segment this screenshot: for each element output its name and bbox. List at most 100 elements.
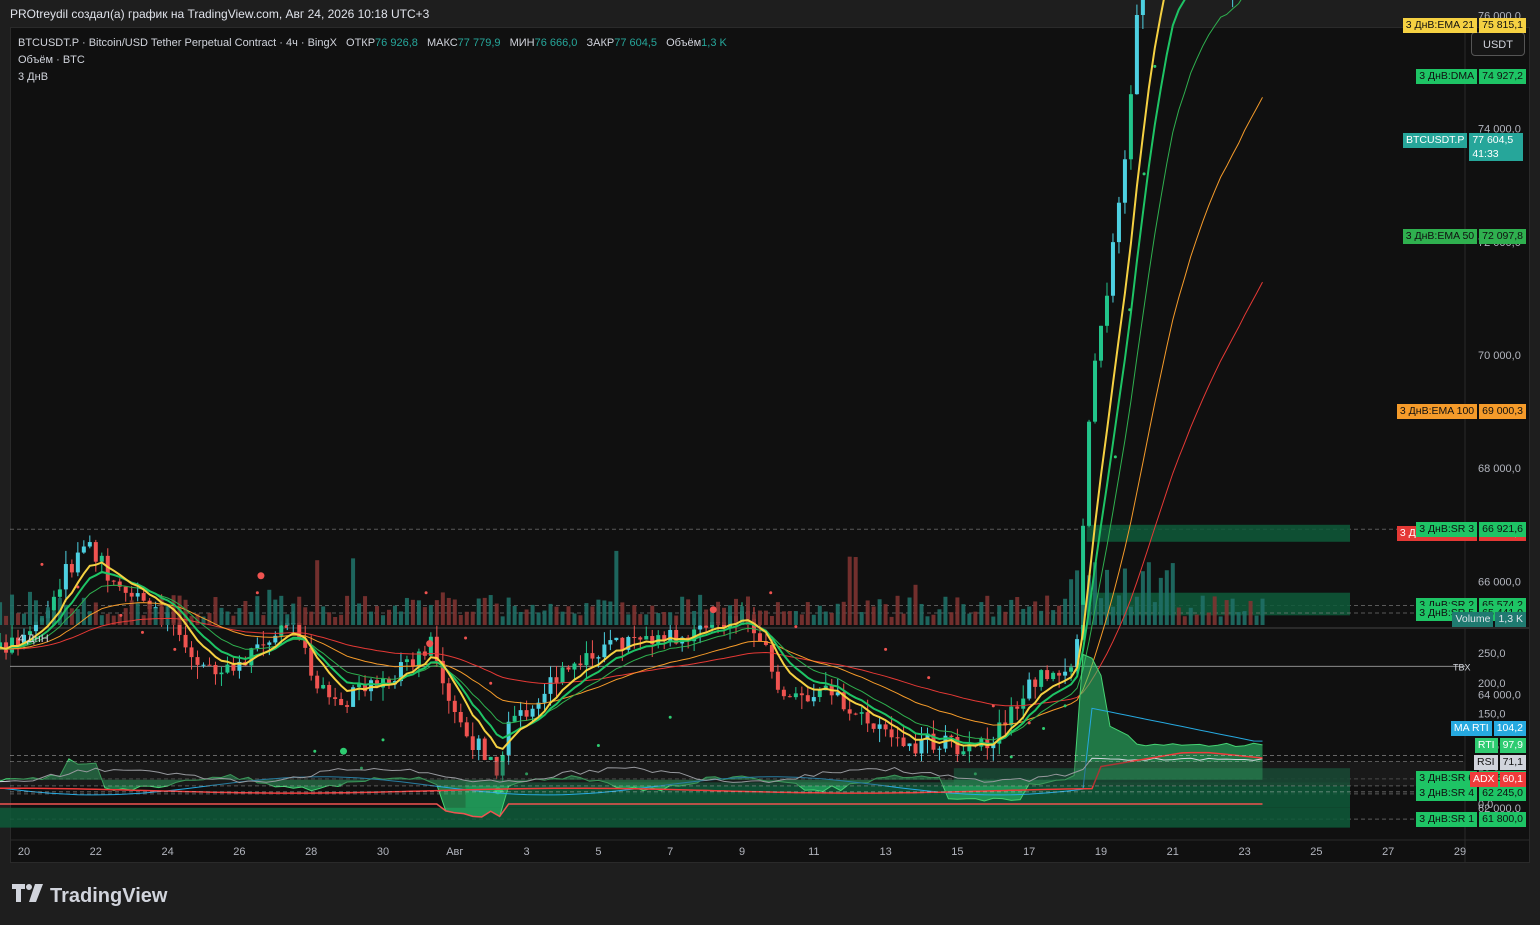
candle-body (1015, 706, 1020, 709)
oscillator-tag-name: RSI (1474, 755, 1498, 770)
legend-timeframe-indicator[interactable]: 3 ДнВ (18, 69, 733, 86)
volume-bar (859, 612, 864, 625)
legend-high-label: МАКС (426, 37, 458, 49)
time-tick-label: 9 (739, 846, 745, 858)
legend-volume-label: Объём (666, 37, 702, 49)
candle-body (219, 672, 224, 675)
candle-body (315, 675, 320, 689)
chart-canvas[interactable]: 80 000,078 000,076 000,074 000,072 000,0… (0, 0, 1540, 925)
legend-volume-indicator[interactable]: Объём · BTC (18, 52, 733, 69)
oscillator-tick-label: 200,0 (1478, 678, 1506, 690)
overlay-tag[interactable]: 3 ДнВ:EMA 100 69 000,3 (1396, 404, 1526, 420)
volume-bar (781, 611, 786, 625)
candle-body (1099, 325, 1103, 361)
sar-dot (668, 715, 672, 719)
sar-dot (884, 647, 888, 651)
candle-body (889, 729, 894, 738)
volume-bar (434, 600, 439, 625)
sar-dot (140, 630, 144, 634)
candle-body (93, 542, 98, 562)
volume-bar (1188, 607, 1193, 625)
volume-bar (1248, 600, 1253, 625)
volume-bar (69, 608, 74, 625)
volume-bar (452, 599, 457, 625)
sr-tag[interactable]: 3 ДнВ:SR 1 61 800,0 (1416, 811, 1526, 827)
volume-bar (464, 611, 469, 625)
volume-bar (925, 616, 930, 625)
volume-bar (991, 616, 996, 625)
time-tick-label: 19 (1095, 846, 1107, 858)
candle-body (901, 737, 906, 747)
candle-body (757, 633, 762, 642)
candle-body (1039, 670, 1044, 687)
oscillator-legend[interactable]: 4 ДнН (18, 633, 49, 645)
volume-bar (883, 604, 888, 625)
sar-dot (1142, 172, 1146, 176)
volume-bar (985, 595, 990, 625)
volume-bar (141, 615, 146, 625)
sar-dot (284, 625, 288, 629)
volume-bar (446, 597, 451, 625)
volume-bar (1260, 598, 1265, 625)
overlay-tag[interactable]: 3 ДнВ:EMA 21 75 815,1 (1402, 18, 1526, 34)
currency-button[interactable]: USDT (1471, 32, 1525, 56)
candle-body (698, 625, 703, 630)
candle-body (1057, 672, 1062, 676)
volume-bar (997, 605, 1002, 625)
sar-dot (1063, 704, 1067, 708)
candle-body (99, 555, 104, 562)
volume-bar (381, 615, 385, 625)
candle-body (207, 664, 212, 666)
volume-tag[interactable]: Volume 1,3 K (1452, 612, 1526, 627)
volume-bar (476, 598, 481, 625)
legend-symbol-row[interactable]: BTCUSDT.P · Bitcoin/USD Tether Perpetual… (18, 35, 733, 52)
volume-bar (422, 607, 427, 625)
volume-bar (309, 611, 314, 625)
sar-dot (313, 749, 317, 753)
oscillator-tag[interactable]: RTI 97,9 (1474, 738, 1526, 753)
volume-bar (147, 603, 152, 625)
candle-body (871, 723, 876, 729)
volume-bar (566, 606, 571, 625)
volume-bar (506, 597, 511, 625)
volume-bar (1194, 614, 1199, 625)
legend-symbol[interactable]: BTCUSDT.P · Bitcoin/USD Tether Perpetual… (18, 37, 337, 49)
candle-body (1051, 672, 1056, 680)
sar-dot (76, 585, 80, 589)
volume-bar (650, 605, 655, 625)
current-price-tag[interactable]: BTCUSDT.P 77 604,5 41:33 (1403, 133, 1524, 161)
candle-body (87, 542, 92, 547)
volume-bar (392, 605, 397, 625)
oscillator-tag[interactable]: MA RTI 104,2 (1450, 721, 1526, 736)
volume-bar (1051, 610, 1056, 625)
overlay-tag-value: 74 927,2 (1479, 68, 1526, 84)
sr-tag[interactable]: 3 ДнВ:SR 4 62 245,0 (1416, 786, 1526, 802)
overlay-tag[interactable]: 3 ДнВ:DMA 74 927,2 (1416, 68, 1526, 84)
overlay-tag[interactable]: 3 ДнВ:EMA 50 72 097,8 (1402, 228, 1526, 244)
legend-low-value: 76 666,0 (534, 37, 578, 49)
volume-bar (871, 606, 876, 625)
volume-bar (775, 602, 780, 625)
sar-dot (1113, 455, 1117, 459)
candle-body (907, 743, 912, 747)
oscillator-tag[interactable]: ADX 60,1 (1469, 772, 1526, 787)
candle-body (578, 663, 583, 666)
candle-body (1087, 421, 1092, 526)
volume-bar (620, 602, 625, 625)
volume-bar (339, 614, 344, 625)
candle-body (63, 564, 68, 590)
candle-body (1134, 14, 1139, 95)
volume-bar (482, 597, 487, 625)
sr-tag[interactable]: 3 ДнВ:SR 3 66 921,6 (1416, 521, 1526, 537)
time-tick-label: Авг (446, 846, 463, 858)
oscillator-tag-value: 104,2 (1493, 721, 1526, 736)
volume-bar (27, 591, 32, 625)
volume-bar (560, 611, 565, 625)
candle-body (793, 693, 798, 698)
sr-tag-value: 66 921,6 (1479, 521, 1526, 537)
oscillator-tag[interactable]: RSI 71,1 (1474, 755, 1526, 770)
volume-bar (907, 597, 912, 625)
time-tick-label: 17 (1023, 846, 1035, 858)
volume-tag-value: 1,3 K (1495, 612, 1526, 627)
time-tick-label: 27 (1382, 846, 1394, 858)
